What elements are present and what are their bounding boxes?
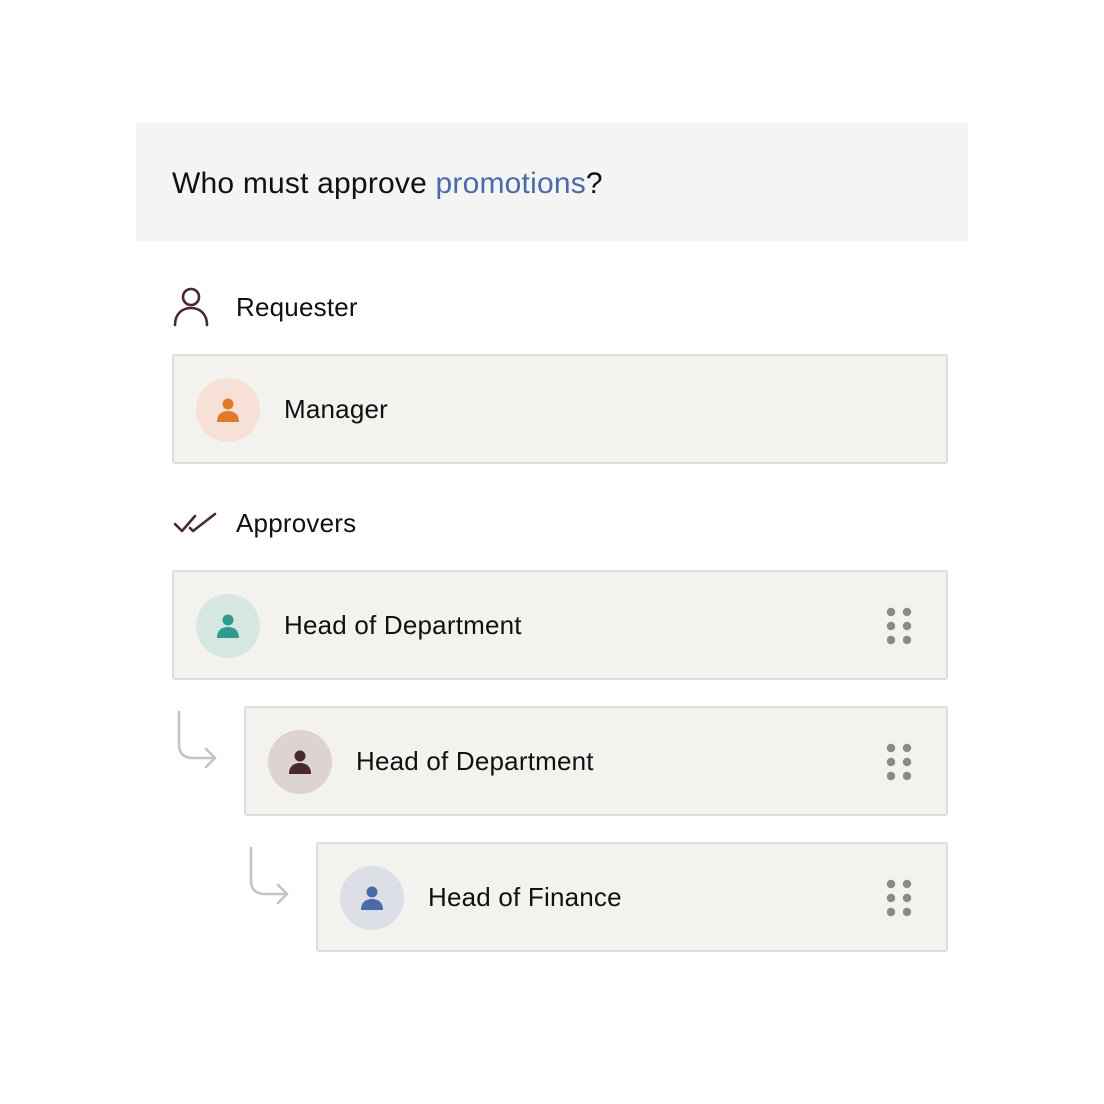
approver-card-head-of-department-2[interactable]: Head of Department	[244, 706, 948, 816]
question-title: Who must approve promotions?	[172, 166, 603, 202]
approver-card-head-of-finance[interactable]: Head of Finance	[316, 842, 948, 952]
double-check-icon	[172, 501, 220, 545]
drag-handle-icon[interactable]	[886, 879, 912, 917]
question-prefix: Who must approve	[172, 167, 436, 200]
approvers-heading: Approvers	[236, 507, 357, 538]
drag-handle-icon[interactable]	[886, 607, 912, 645]
requester-card-manager[interactable]: Manager	[172, 354, 948, 464]
requester-section-header: Requester	[172, 285, 358, 329]
question-suffix: ?	[585, 167, 603, 200]
requester-heading: Requester	[236, 291, 358, 322]
drag-handle-icon[interactable]	[886, 743, 912, 781]
approvers-section-header: Approvers	[172, 501, 356, 545]
person-icon	[217, 614, 239, 638]
avatar	[268, 730, 332, 794]
approver-label: Head of Department	[356, 745, 594, 776]
question-panel: Who must approve promotions?	[136, 122, 968, 241]
branch-arrow-icon	[249, 846, 289, 905]
avatar	[196, 594, 260, 658]
avatar	[196, 378, 260, 442]
person-outline-icon	[172, 285, 220, 329]
person-icon	[289, 750, 311, 774]
avatar	[340, 866, 404, 930]
person-icon	[217, 398, 239, 422]
approver-label: Head of Department	[284, 609, 522, 640]
approver-card-head-of-department[interactable]: Head of Department	[172, 570, 948, 680]
question-highlight-link[interactable]: promotions	[436, 167, 586, 200]
requester-label: Manager	[284, 393, 389, 424]
branch-arrow-icon	[177, 710, 217, 769]
approver-label: Head of Finance	[428, 881, 622, 912]
person-icon	[361, 886, 383, 910]
